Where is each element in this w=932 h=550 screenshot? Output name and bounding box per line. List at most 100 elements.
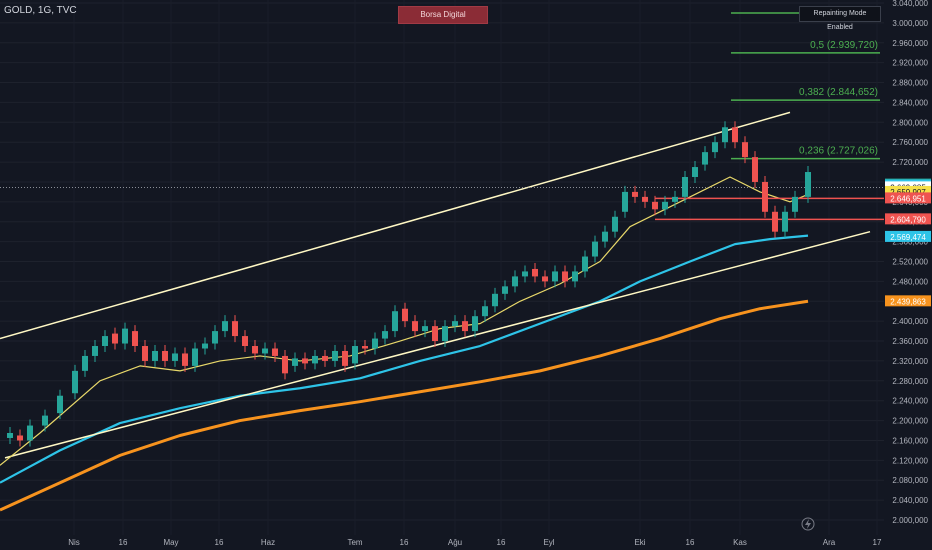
y-tick-label: 2.840,000: [892, 98, 928, 107]
x-tick-label: Kas: [733, 538, 747, 547]
candle: [27, 425, 33, 441]
candle: [512, 276, 518, 287]
x-tick-label: Tem: [347, 538, 362, 547]
candle: [162, 350, 168, 361]
y-axis: 3.040,000 3.000,000 2.960,000 2.920,000 2.88…: [892, 0, 928, 525]
candle: [57, 395, 63, 414]
candle: [142, 346, 148, 361]
fib-level-label: 0,5 (2.939,720): [810, 40, 878, 51]
candle: [102, 336, 108, 347]
candle: [352, 346, 358, 364]
y-tick-label: 2.800,000: [892, 118, 928, 127]
candle: [7, 433, 13, 438]
candle: [662, 201, 668, 210]
candle: [592, 241, 598, 257]
candle: [72, 370, 78, 394]
y-tick-label: 2.040,000: [892, 496, 928, 505]
y-tick-label: 2.520,000: [892, 258, 928, 267]
candle: [472, 316, 478, 332]
candle: [732, 127, 738, 143]
candle: [602, 231, 608, 242]
candle: [792, 196, 798, 212]
candle: [682, 176, 688, 197]
candle: [232, 321, 238, 337]
y-tick-label: 2.000,000: [892, 516, 928, 525]
fib-level-label: 0,382 (2.844,652): [799, 87, 878, 98]
y-tick-label: 2.280,000: [892, 377, 928, 386]
candle: [642, 196, 648, 202]
x-tick-label: 17: [873, 538, 882, 547]
x-tick-label: May: [163, 538, 178, 547]
candle: [532, 268, 538, 277]
candle: [152, 350, 158, 361]
candle: [482, 306, 488, 317]
candle: [712, 142, 718, 153]
x-axis: Nis 16 May 16 Haz Tem 16 Ağu 16 Eyl Eki 16 Kas Ara 17: [68, 538, 882, 547]
candle: [805, 172, 811, 197]
candle: [362, 346, 368, 349]
x-tick-label: 16: [215, 538, 224, 547]
y-tick-label: 2.960,000: [892, 39, 928, 48]
y-tick-label: 2.880,000: [892, 79, 928, 88]
candle: [392, 311, 398, 332]
candle: [492, 293, 498, 307]
candle: [332, 350, 338, 361]
x-tick-label: Ağu: [448, 538, 462, 547]
candle: [702, 152, 708, 165]
candle: [562, 271, 568, 282]
candle: [582, 256, 588, 272]
candle: [632, 191, 638, 197]
x-tick-label: Ara: [823, 538, 836, 547]
x-tick-label: 16: [119, 538, 128, 547]
candle: [292, 358, 298, 366]
x-tick-label: Eyl: [543, 538, 554, 547]
y-tick-label: 3.040,000: [892, 0, 928, 8]
candle: [282, 355, 288, 374]
y-tick-label: 2.240,000: [892, 397, 928, 406]
channel-upper-line: [0, 111, 791, 340]
x-tick-label: Nis: [68, 538, 80, 547]
y-tick-label: 2.120,000: [892, 456, 928, 465]
svg-text:2.646,951: 2.646,951: [890, 194, 926, 203]
y-tick-label: 2.400,000: [892, 317, 928, 326]
candle: [122, 328, 128, 344]
candle: [542, 276, 548, 282]
x-tick-label: 16: [400, 538, 409, 547]
candle: [212, 331, 218, 344]
candle: [402, 308, 408, 322]
x-tick-label: Eki: [634, 538, 645, 547]
price-label: 2.439,863: [885, 295, 931, 307]
candle: [752, 157, 758, 182]
chart-title: GOLD, 1G, TVC: [4, 5, 77, 16]
y-tick-label: 2.200,000: [892, 417, 928, 426]
repainting-badge[interactable]: Repainting Mode Enabled: [799, 6, 881, 31]
candle: [322, 355, 328, 361]
candle: [17, 435, 23, 441]
candle: [92, 346, 98, 356]
x-tick-label: Haz: [261, 538, 275, 547]
candle: [552, 271, 558, 282]
candle: [112, 333, 118, 344]
y-tick-label: 3.000,000: [892, 19, 928, 28]
candle: [572, 271, 578, 282]
candle: [182, 353, 188, 366]
x-tick-label: 16: [686, 538, 695, 547]
candle: [82, 355, 88, 371]
candle: [312, 355, 318, 364]
svg-text:2.439,863: 2.439,863: [890, 297, 926, 306]
y-tick-label: 2.320,000: [892, 357, 928, 366]
candle: [672, 196, 678, 202]
brand-badge[interactable]: Borsa Digital: [398, 6, 488, 24]
candle: [612, 216, 618, 232]
price-chart[interactable]: 0,5 (2.939,720) 0,382 (2.844,652) 0,236 (2…: [0, 0, 932, 550]
candle: [782, 211, 788, 232]
candle: [442, 326, 448, 342]
candle: [412, 321, 418, 332]
candle: [342, 350, 348, 366]
y-tick-label: 2.160,000: [892, 436, 928, 445]
y-tick-label: 2.480,000: [892, 277, 928, 286]
x-tick-label: 16: [497, 538, 506, 547]
candle: [422, 326, 428, 332]
fib-level-label: 0,236 (2.727,026): [799, 146, 878, 157]
candle: [652, 201, 658, 210]
